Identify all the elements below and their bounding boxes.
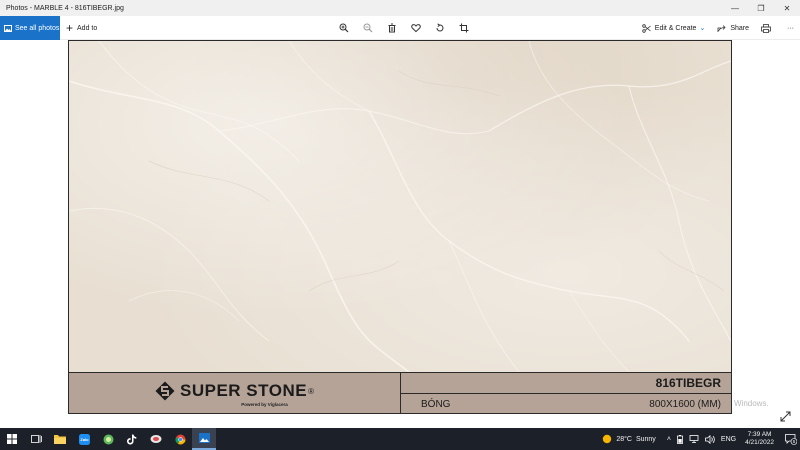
weather-desc: Sunny: [635, 435, 656, 443]
super-stone-logo-icon: [155, 381, 175, 401]
file-explorer-icon: [54, 435, 66, 444]
print-button[interactable]: [755, 16, 781, 40]
finish-size-cell: BÓNG 800X1600 (MM): [401, 394, 731, 413]
zalo-icon: Zalo: [78, 433, 90, 445]
chevron-up-icon[interactable]: ˄: [667, 436, 671, 443]
battery-icon[interactable]: [677, 434, 683, 444]
photos-icon: [4, 24, 12, 32]
product-code: 816TIBEGR: [401, 373, 731, 394]
chevron-down-icon: ⌄: [699, 25, 706, 32]
share-icon: [717, 24, 726, 32]
clock-time: 7:39 AM: [747, 431, 772, 438]
marble-tile-photo[interactable]: SUPER STONE ® Powered by Viglacera 816TIB…: [68, 40, 732, 414]
brand-registered-mark: ®: [308, 386, 314, 396]
photos-taskbar-button[interactable]: [192, 428, 216, 450]
brand-row: SUPER STONE ®: [155, 381, 314, 401]
notification-icon: 5: [785, 433, 797, 445]
rotate-icon: [436, 23, 444, 32]
taskbar: Zalo 28°C Sunny ˄ ENG 7:39 AM 4/21/2022 …: [0, 428, 800, 450]
edit-create-icon: [642, 23, 651, 33]
more-options-button[interactable]: ···: [781, 16, 800, 40]
expand-icon[interactable]: [780, 411, 791, 422]
green-app-button[interactable]: [96, 428, 120, 450]
photos-app-icon: [198, 433, 210, 443]
system-tray: 28°C Sunny ˄ ENG 7:39 AM 4/21/2022 5: [602, 428, 800, 450]
favorite-button[interactable]: [404, 16, 428, 40]
photo-viewer: SUPER STONE ® Powered by Viglacera 816TIB…: [0, 40, 800, 428]
maximize-button[interactable]: ❐: [748, 0, 774, 16]
sun-icon: [603, 434, 612, 444]
add-to-label: Add to: [77, 24, 98, 32]
weather-temp: 28°C: [616, 435, 632, 443]
brand-cell: SUPER STONE ® Powered by Viglacera: [69, 373, 401, 413]
window-title: Photos - MARBLE 4 - 816TIBEGR.jpg: [6, 4, 124, 12]
zalo-button[interactable]: Zalo: [72, 428, 96, 450]
add-to-button[interactable]: + Add to: [66, 16, 97, 40]
share-button[interactable]: Share: [711, 16, 755, 40]
task-view-icon: [30, 435, 42, 443]
tiktok-button[interactable]: [120, 428, 144, 450]
file-explorer-button[interactable]: [48, 428, 72, 450]
delete-icon: [388, 23, 396, 33]
chrome-button[interactable]: [168, 428, 192, 450]
activation-watermark: Windows.: [734, 399, 769, 408]
input-language[interactable]: ENG: [721, 436, 736, 443]
size-label: 800X1600 (MM): [649, 399, 721, 410]
delete-button[interactable]: [380, 16, 404, 40]
crop-button[interactable]: [452, 16, 476, 40]
see-all-photos-button[interactable]: See all photos: [0, 16, 60, 40]
rotate-button[interactable]: [428, 16, 452, 40]
see-all-photos-label: See all photos: [15, 24, 60, 32]
notification-center-button[interactable]: 5: [782, 428, 800, 450]
close-button[interactable]: ✕: [774, 0, 800, 16]
photos-app-window: Photos - MARBLE 4 - 816TIBEGR.jpg — ❐ ✕ …: [0, 0, 800, 450]
zoom-in-button[interactable]: [332, 16, 356, 40]
crop-icon: [459, 23, 469, 33]
weather-widget[interactable]: 28°C Sunny: [602, 434, 656, 444]
edit-create-label: Edit & Create: [654, 24, 697, 32]
zoom-out-button[interactable]: [356, 16, 380, 40]
printer-icon: [761, 23, 771, 33]
finish-label: BÓNG: [421, 399, 451, 410]
svg-text:Zalo: Zalo: [80, 437, 89, 442]
center-tools: [332, 16, 476, 40]
cloud-app-icon: [150, 435, 162, 443]
cloud-app-button[interactable]: [144, 428, 168, 450]
marble-veins: [69, 41, 731, 372]
start-button[interactable]: [0, 428, 24, 450]
minimize-button[interactable]: —: [722, 0, 748, 16]
plus-icon: +: [66, 21, 74, 35]
chrome-icon: [174, 434, 185, 444]
green-app-icon: [103, 434, 113, 444]
tiktok-icon: [127, 434, 137, 444]
zoom-in-icon: [339, 23, 349, 33]
edit-create-button[interactable]: Edit & Create ⌄: [636, 16, 712, 40]
marble-texture: [69, 41, 731, 372]
share-label: Share: [730, 24, 749, 32]
title-bar: Photos - MARBLE 4 - 816TIBEGR.jpg — ❐ ✕: [0, 0, 800, 16]
task-view-button[interactable]: [24, 428, 48, 450]
windows-start-icon: [7, 434, 17, 444]
toolbar: See all photos + Add to Edit & Create ⌄ …: [0, 16, 800, 40]
product-label-band: SUPER STONE ® Powered by Viglacera 816TIB…: [69, 372, 731, 413]
brand-name: SUPER STONE: [180, 381, 308, 400]
right-tools: Edit & Create ⌄ Share ···: [636, 16, 800, 40]
clock[interactable]: 7:39 AM 4/21/2022: [745, 431, 774, 447]
zoom-out-icon: [363, 23, 373, 33]
clock-date: 4/21/2022: [745, 439, 774, 446]
brand-tagline: Powered by Viglacera: [241, 402, 288, 407]
heart-icon: [411, 24, 421, 33]
network-icon[interactable]: [689, 435, 699, 443]
volume-icon[interactable]: [705, 434, 715, 444]
